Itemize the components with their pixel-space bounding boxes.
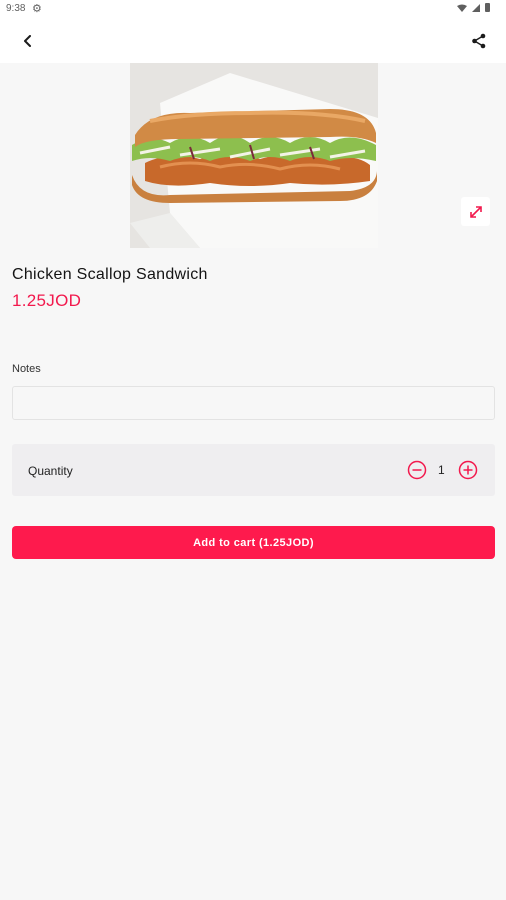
battery-icon xyxy=(485,3,490,12)
status-time: 9:38 xyxy=(6,3,26,14)
expand-icon xyxy=(469,205,482,218)
share-icon xyxy=(472,33,486,49)
quantity-value: 1 xyxy=(438,463,445,477)
back-arrow-icon xyxy=(24,35,31,47)
decrease-quantity-button[interactable] xyxy=(407,460,427,480)
settings-gear-icon: ⚙ xyxy=(32,3,42,15)
app-bar xyxy=(0,18,506,63)
product-title: Chicken Scallop Sandwich xyxy=(12,266,208,283)
back-button[interactable] xyxy=(15,28,41,54)
notes-input[interactable] xyxy=(12,386,495,420)
minus-circle-icon xyxy=(407,460,427,480)
quantity-panel: Quantity 1 xyxy=(12,444,495,496)
product-image xyxy=(130,63,378,248)
quantity-label: Quantity xyxy=(28,464,73,478)
status-icons xyxy=(457,3,490,12)
increase-quantity-button[interactable] xyxy=(458,460,478,480)
share-button[interactable] xyxy=(466,28,492,54)
wifi-icon xyxy=(457,4,467,12)
signal-icon xyxy=(472,3,480,12)
notes-label: Notes xyxy=(12,363,41,375)
status-bar: 9:38 ⚙ xyxy=(0,0,506,18)
add-to-cart-button[interactable]: Add to cart (1.25JOD) xyxy=(12,526,495,559)
product-price: 1.25JOD xyxy=(12,291,82,310)
expand-image-button[interactable] xyxy=(461,197,490,226)
plus-circle-icon xyxy=(458,460,478,480)
